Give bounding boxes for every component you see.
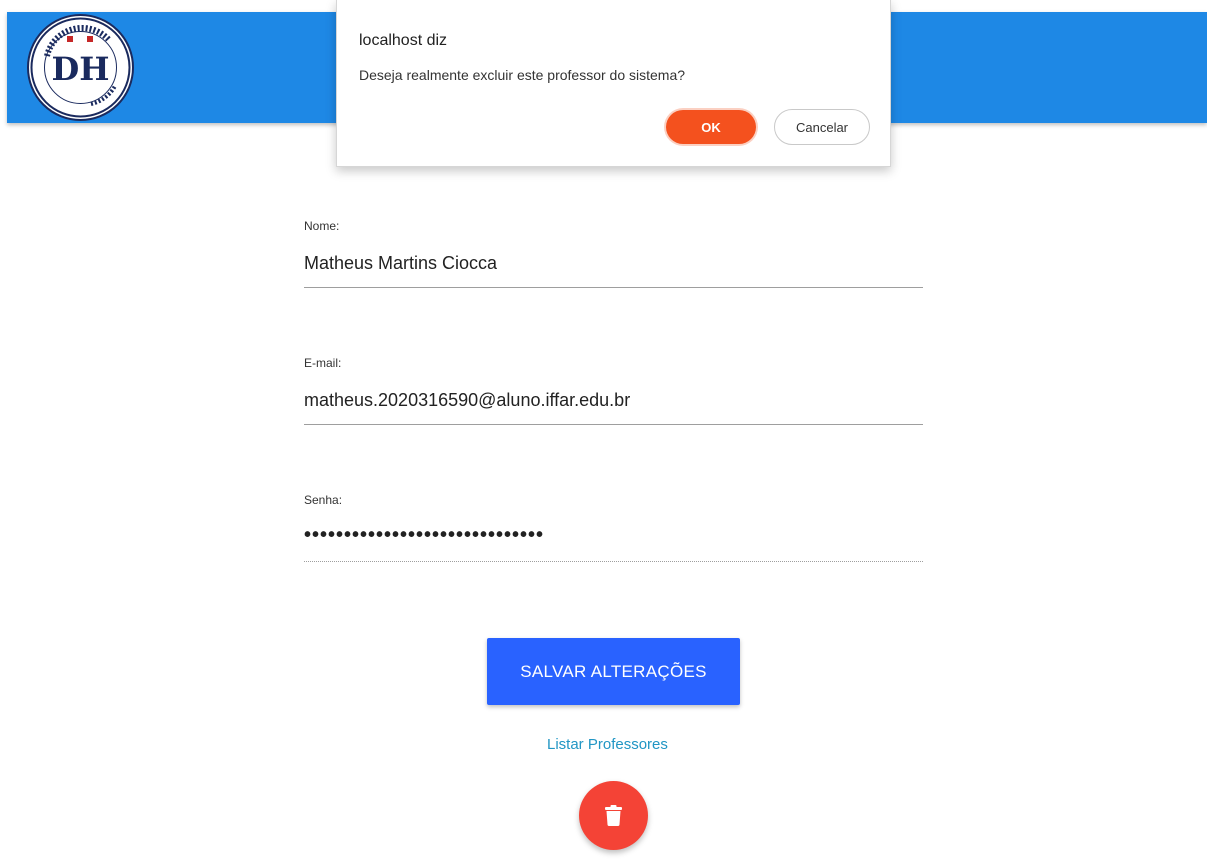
name-field-underline: [304, 287, 923, 288]
logo-text: DH: [52, 50, 110, 88]
password-field-underline: [304, 561, 923, 562]
name-label: Nome:: [304, 219, 340, 233]
list-teachers-link[interactable]: Listar Professores: [547, 736, 668, 753]
save-changes-button[interactable]: SALVAR ALTERAÇÕES: [487, 638, 740, 705]
confirm-dialog: localhost diz Deseja realmente excluir e…: [336, 0, 891, 167]
trash-icon: [605, 805, 622, 826]
dialog-title: localhost diz: [359, 32, 448, 49]
password-label: Senha:: [304, 493, 343, 507]
ok-button[interactable]: OK: [666, 110, 756, 144]
school-logo: DH: [27, 14, 134, 121]
name-field[interactable]: [304, 250, 923, 276]
dialog-message: Deseja realmente excluir este professor …: [359, 67, 686, 83]
email-field-underline: [304, 424, 923, 425]
delete-button[interactable]: [579, 781, 648, 850]
password-field[interactable]: ••••••••••••••••••••••••••••••: [304, 524, 923, 550]
email-label: E-mail:: [304, 356, 342, 370]
email-field[interactable]: [304, 387, 923, 413]
cancel-button[interactable]: Cancelar: [774, 109, 870, 145]
